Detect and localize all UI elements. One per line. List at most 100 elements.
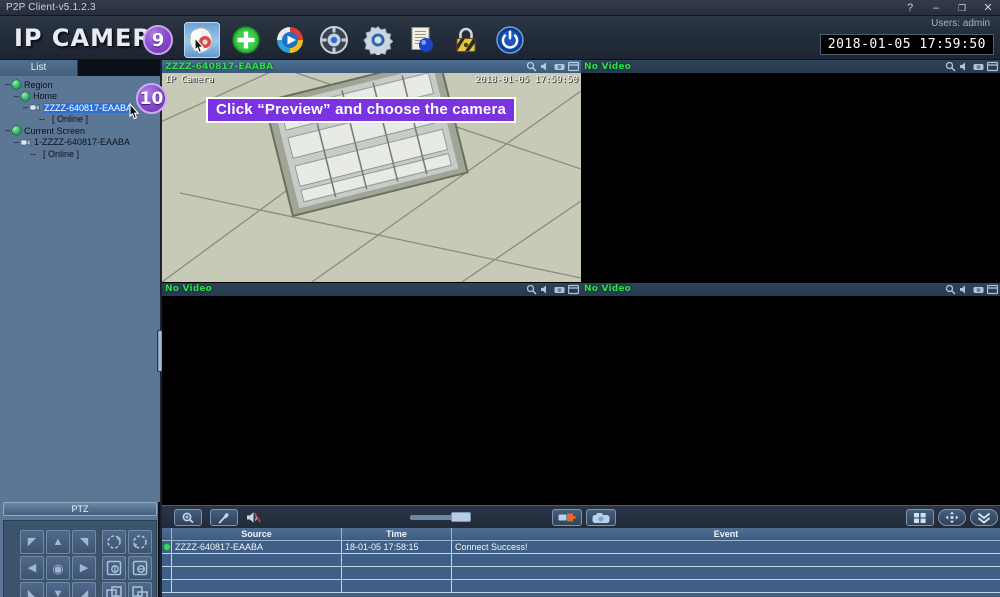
panel-zoom-button[interactable]: [945, 61, 956, 72]
add-device-button[interactable]: [228, 22, 264, 58]
snapshot-button[interactable]: [586, 509, 616, 526]
table-header-cell[interactable]: [162, 528, 172, 540]
table-row[interactable]: [162, 554, 1000, 567]
panel-audio-icon: [541, 62, 546, 71]
lock-button[interactable]: [448, 22, 484, 58]
microphone-icon: [218, 512, 229, 524]
table-body: ZZZZ-640817-EAABA 18-01-05 17:58:15 Connec…: [162, 541, 1000, 593]
app-header: IP CAMERA 9 Users: admin 2018-01-05 17:5…: [0, 16, 1000, 60]
tree-expander-icon[interactable]: –: [21, 103, 30, 112]
ptz-arrow-up-left-button[interactable]: ◤: [20, 530, 44, 554]
video-panel-header: No Video: [162, 282, 581, 296]
power-icon: [496, 26, 524, 54]
instruction-callout: Click “Preview” and choose the camera: [206, 97, 517, 123]
ptz-lens-pad[interactable]: [102, 530, 152, 597]
video-panel[interactable]: No Video: [162, 282, 581, 505]
log-button[interactable]: [404, 22, 440, 58]
tree-expander-icon[interactable]: –: [3, 80, 12, 89]
panel-zoom-icon: [526, 284, 537, 295]
tree-item-label: ZZZZ-640817-EAABA: [43, 102, 134, 113]
video-panel-body[interactable]: [162, 295, 581, 505]
panel-zoom-button[interactable]: [526, 61, 537, 72]
layout-button[interactable]: [906, 509, 934, 526]
audio-mute-button[interactable]: [246, 511, 262, 529]
tree-expander-icon[interactable]: –: [12, 91, 21, 101]
fullscreen-button[interactable]: [938, 509, 966, 526]
ptz-arrow-up-button[interactable]: ▲: [46, 530, 70, 554]
panel-zoom-button[interactable]: [526, 284, 537, 295]
panel-close-button[interactable]: [987, 284, 998, 295]
panel-snapshot-button[interactable]: [554, 61, 565, 72]
panel-close-button[interactable]: [568, 61, 579, 72]
auto-scan-icon: ◉: [52, 560, 64, 576]
video-panel[interactable]: No Video: [581, 282, 1000, 505]
device-tree[interactable]: – Region – Home – ZZZZ-640817-EAABA --[ Online…: [0, 76, 160, 502]
table-header-cell[interactable]: Time: [342, 528, 452, 540]
video-panel-body[interactable]: IP Camera 2018-01-05 17:59:50 Click “Previ…: [162, 73, 581, 283]
tree-expander-icon[interactable]: –: [12, 137, 21, 147]
panel-audio-button[interactable]: [540, 61, 551, 72]
ptz-iris-close-button[interactable]: [128, 582, 152, 597]
tab-list[interactable]: List: [0, 60, 78, 76]
lock-icon: [456, 27, 476, 52]
ptz-iris-open-button[interactable]: [102, 582, 126, 597]
table-row[interactable]: ZZZZ-640817-EAABA 18-01-05 17:58:15 Connec…: [162, 541, 1000, 554]
ptz-direction-pad[interactable]: ◤ ▲ ◥ ◀ ◉ ▶ ◣ ▼ ◢: [20, 530, 96, 597]
table-row[interactable]: [162, 580, 1000, 593]
video-panel-title: No Video: [165, 284, 213, 294]
ptz-arrow-down-left-button[interactable]: ◣: [20, 582, 44, 597]
tree-expander-icon[interactable]: –: [3, 126, 12, 135]
row-time-cell: [342, 580, 452, 592]
tree-item-status: [ Online ]: [52, 114, 89, 125]
camera-icon: [21, 138, 31, 146]
digital-zoom-button[interactable]: [174, 509, 202, 526]
ptz-arrow-right-button[interactable]: ▶: [72, 556, 96, 580]
preview-button[interactable]: [184, 22, 220, 58]
minimize-button[interactable]: –: [928, 2, 944, 14]
ptz-panel: ◤ ▲ ◥ ◀ ◉ ▶ ◣ ▼ ◢: [3, 520, 157, 597]
settings-button[interactable]: [360, 22, 396, 58]
panel-snapshot-button[interactable]: [973, 61, 984, 72]
video-panel-body[interactable]: [581, 295, 1000, 505]
ptz-zoom-out-button[interactable]: [128, 530, 152, 554]
panel-close-button[interactable]: [568, 284, 579, 295]
tree-item[interactable]: – 1-ZZZZ-640817-EAABA: [3, 137, 160, 149]
collapse-button[interactable]: [970, 509, 998, 526]
ptz-focus-near-button[interactable]: [102, 556, 126, 580]
ptz-arrow-up-right-button[interactable]: ◥: [72, 530, 96, 554]
panel-audio-button[interactable]: [959, 284, 970, 295]
panel-audio-button[interactable]: [540, 284, 551, 295]
ptz-zoom-in-button[interactable]: [102, 530, 126, 554]
ptz-arrow-down-right-button[interactable]: ◢: [72, 582, 96, 597]
ptz-arrow-left-button[interactable]: ◀: [20, 556, 44, 580]
tree-item[interactable]: -- [ Online ]: [3, 114, 160, 126]
record-button[interactable]: [552, 509, 582, 526]
playback-button[interactable]: [272, 22, 308, 58]
video-panel-body[interactable]: [581, 73, 1000, 283]
tree-item[interactable]: -- [ Online ]: [3, 148, 160, 160]
table-header-cell[interactable]: Event: [452, 528, 1000, 540]
video-panel[interactable]: ZZZZ-640817-EAABA IP Camera 2018-01-05 17:…: [162, 60, 581, 283]
maximize-button[interactable]: ❐: [954, 3, 970, 14]
help-button[interactable]: ?: [902, 2, 918, 14]
ptz-focus-far-button[interactable]: [128, 556, 152, 580]
ptz-wheel-icon: [320, 26, 348, 54]
tree-item[interactable]: – Current Screen: [3, 125, 160, 137]
panel-snapshot-button[interactable]: [554, 284, 565, 295]
panel-close-button[interactable]: [987, 61, 998, 72]
ptz-auto-scan-button[interactable]: ◉: [46, 556, 70, 580]
panel-zoom-button[interactable]: [945, 284, 956, 295]
video-panel[interactable]: No Video: [581, 60, 1000, 283]
talk-button[interactable]: [210, 509, 238, 526]
ptz-arrow-down-button[interactable]: ▼: [46, 582, 70, 597]
table-header-cell[interactable]: Source: [172, 528, 342, 540]
ptz-header[interactable]: PTZ: [3, 502, 157, 516]
table-row[interactable]: [162, 567, 1000, 580]
power-button[interactable]: [492, 22, 528, 58]
volume-slider-knob[interactable]: [451, 512, 471, 522]
close-button[interactable]: ✕: [980, 2, 996, 14]
ptz-button[interactable]: [316, 22, 352, 58]
panel-audio-button[interactable]: [959, 61, 970, 72]
panel-snapshot-button[interactable]: [973, 284, 984, 295]
tree-item[interactable]: – Region: [3, 79, 160, 91]
